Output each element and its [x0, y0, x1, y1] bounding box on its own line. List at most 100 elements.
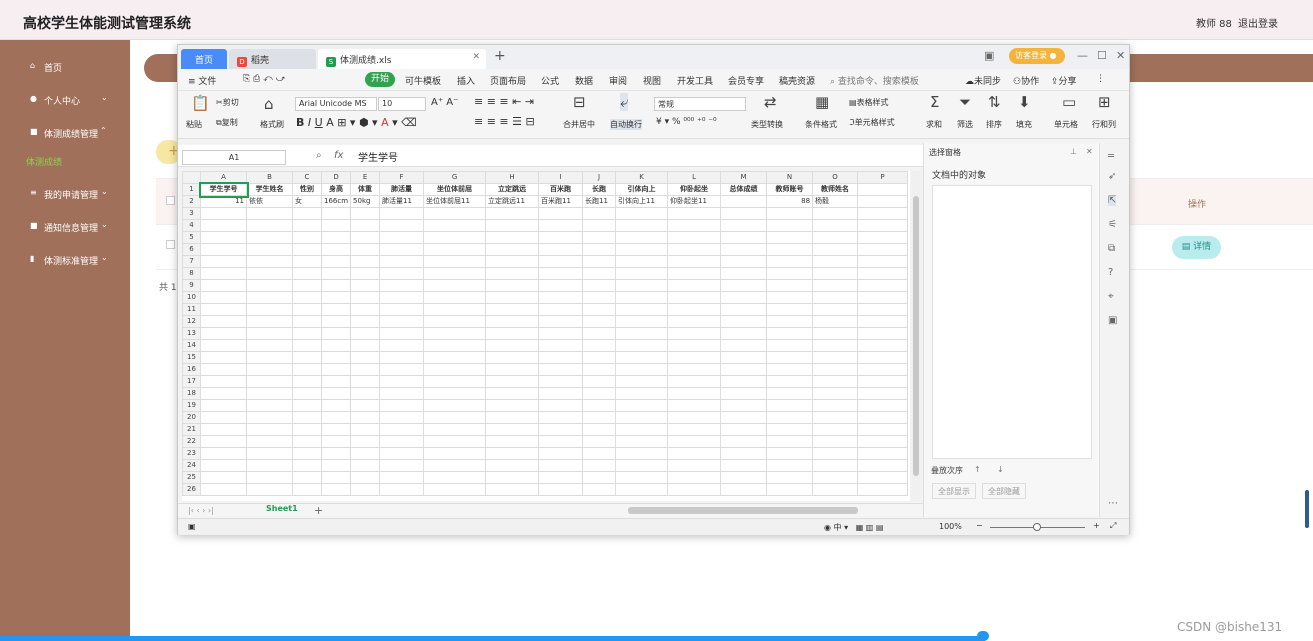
row-header[interactable]: 1 — [182, 183, 201, 196]
cell[interactable] — [857, 279, 909, 292]
cell[interactable] — [720, 387, 768, 400]
cell[interactable] — [200, 423, 247, 436]
cell[interactable] — [538, 471, 584, 484]
cell[interactable] — [812, 399, 859, 412]
cell[interactable] — [857, 423, 909, 436]
macro-icon[interactable]: ▣ — [188, 522, 196, 531]
cell[interactable] — [538, 219, 584, 232]
cell[interactable] — [320, 303, 352, 316]
cell[interactable] — [667, 339, 722, 352]
cell[interactable] — [857, 315, 909, 328]
cell[interactable] — [812, 387, 859, 400]
tab-home[interactable]: 首页 — [181, 49, 227, 69]
cell[interactable] — [485, 363, 540, 376]
row-header[interactable]: 12 — [182, 315, 201, 328]
cell[interactable] — [379, 303, 425, 316]
cell[interactable] — [379, 363, 425, 376]
cell[interactable] — [379, 255, 425, 268]
cell[interactable] — [538, 411, 584, 424]
cell[interactable] — [485, 483, 540, 496]
number-format-icons[interactable]: ¥ ▾ % ⁰⁰⁰ ⁺⁰ ⁻⁰ — [656, 117, 717, 127]
sort-button[interactable]: 排序 — [986, 119, 1002, 130]
row-header[interactable]: 16 — [182, 363, 201, 376]
row-header[interactable]: 24 — [182, 459, 201, 472]
cell[interactable] — [246, 447, 293, 460]
cell[interactable] — [485, 399, 540, 412]
cell[interactable] — [766, 243, 814, 256]
cell[interactable]: 依依 — [246, 195, 293, 208]
move-up-icon[interactable]: ↑ — [974, 465, 981, 474]
cell[interactable] — [350, 447, 381, 460]
number-format-select[interactable]: 常规 — [654, 97, 746, 111]
cell[interactable] — [423, 459, 487, 472]
cell[interactable] — [720, 279, 768, 292]
cell[interactable] — [615, 399, 669, 412]
cell[interactable] — [812, 483, 859, 496]
cell[interactable] — [200, 363, 247, 376]
cell[interactable] — [720, 351, 768, 364]
menu-resources[interactable]: 稿壳资源 — [779, 74, 815, 87]
cell[interactable] — [667, 267, 722, 280]
cell[interactable] — [485, 459, 540, 472]
cell[interactable] — [350, 411, 381, 424]
format-painter-button[interactable]: 格式刷 — [260, 119, 284, 130]
cell[interactable] — [320, 255, 352, 268]
cell[interactable] — [485, 291, 540, 304]
cell-style-button[interactable]: ℑ单元格样式 — [849, 117, 895, 128]
row-col-button[interactable]: 行和列 — [1092, 119, 1116, 130]
filter-button[interactable]: 筛选 — [957, 119, 973, 130]
collapse-icon[interactable]: ═ — [1108, 151, 1114, 162]
cell[interactable] — [720, 315, 768, 328]
cell[interactable] — [350, 327, 381, 340]
cell[interactable]: 教师账号 — [766, 183, 814, 196]
cell[interactable] — [379, 435, 425, 448]
cell[interactable] — [246, 303, 293, 316]
cell[interactable] — [667, 387, 722, 400]
cell[interactable] — [615, 219, 669, 232]
copy-button[interactable]: ⧉复制 — [216, 117, 238, 128]
cell[interactable] — [379, 231, 425, 244]
cell[interactable] — [720, 219, 768, 232]
cell[interactable] — [292, 255, 322, 268]
cell[interactable] — [350, 339, 381, 352]
menu-insert[interactable]: 插入 — [457, 74, 475, 87]
cell[interactable] — [292, 351, 322, 364]
cell[interactable] — [292, 291, 322, 304]
zoom-search-icon[interactable]: ⌕ — [316, 150, 322, 161]
cell[interactable] — [857, 219, 909, 232]
menu-start[interactable]: 开始 — [365, 72, 395, 87]
menu-collab[interactable]: ⚇协作 — [1013, 74, 1039, 87]
zoom-slider-knob[interactable] — [1033, 523, 1041, 531]
cell[interactable] — [379, 375, 425, 388]
logout-link[interactable]: 退出登录 — [1238, 15, 1278, 30]
cell[interactable] — [812, 327, 859, 340]
cell[interactable] — [857, 471, 909, 484]
progress-knob[interactable] — [977, 631, 989, 641]
copy-format-icon[interactable]: ⧉ — [1108, 243, 1115, 254]
cell[interactable] — [766, 411, 814, 424]
cell[interactable] — [720, 339, 768, 352]
cell[interactable]: 杨毅 — [812, 195, 859, 208]
add-sheet-icon[interactable]: + — [314, 504, 323, 517]
cell[interactable] — [766, 459, 814, 472]
cell[interactable] — [766, 267, 814, 280]
cell[interactable] — [615, 279, 669, 292]
cell[interactable] — [292, 327, 322, 340]
cell[interactable]: 引体向上 — [615, 183, 669, 196]
cell[interactable] — [485, 255, 540, 268]
cell[interactable] — [667, 399, 722, 412]
column-header[interactable]: C — [292, 171, 322, 184]
cell[interactable] — [615, 447, 669, 460]
cell[interactable] — [667, 375, 722, 388]
column-header[interactable]: A — [200, 171, 247, 184]
cell[interactable] — [538, 267, 584, 280]
cell[interactable] — [720, 267, 768, 280]
cell[interactable] — [320, 375, 352, 388]
cell[interactable] — [246, 387, 293, 400]
cell[interactable] — [667, 291, 722, 304]
fill-icon[interactable]: ⬇ — [1018, 93, 1031, 111]
cell[interactable] — [538, 387, 584, 400]
cell[interactable]: 166cm — [320, 195, 352, 208]
cell[interactable] — [766, 375, 814, 388]
cell[interactable] — [720, 483, 768, 496]
